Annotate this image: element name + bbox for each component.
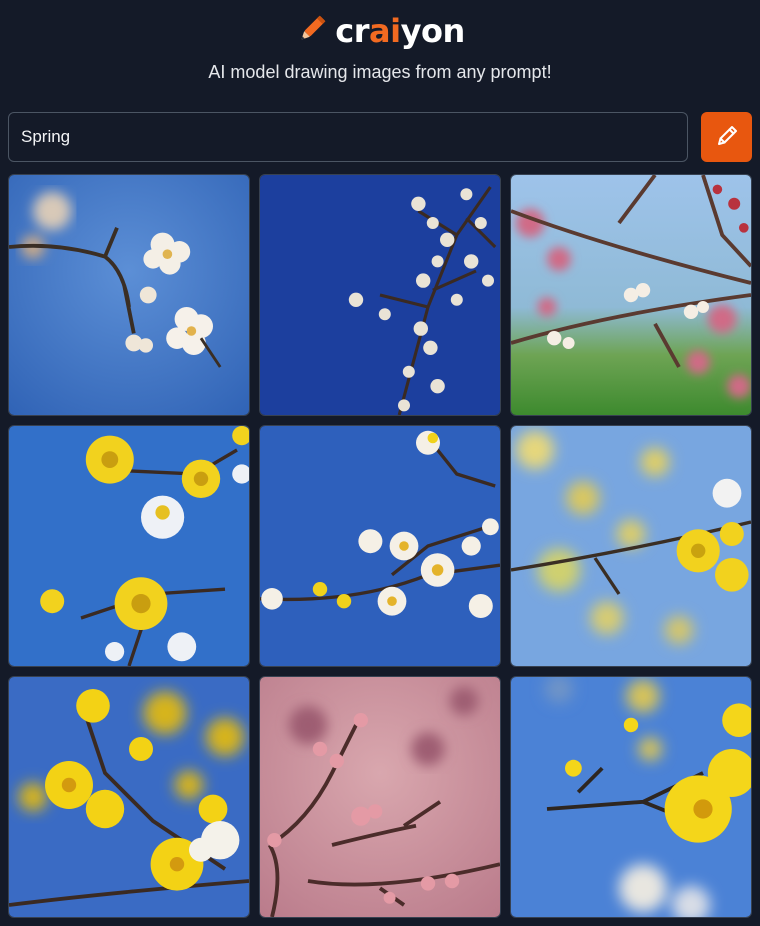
generated-image-4[interactable] [8, 425, 250, 667]
generated-image-6[interactable] [510, 425, 752, 667]
generated-image-1[interactable] [8, 174, 250, 416]
generated-image-7[interactable] [8, 676, 250, 918]
generated-image-2[interactable] [259, 174, 501, 416]
pencil-logo-icon [295, 12, 329, 51]
craiyon-logo[interactable]: craiyon [0, 10, 760, 52]
draw-button[interactable] [701, 112, 752, 162]
generated-image-8[interactable] [259, 676, 501, 918]
pencil-icon [713, 122, 741, 153]
image-grid [8, 174, 752, 918]
tagline: AI model drawing images from any prompt! [208, 62, 552, 82]
generated-image-9[interactable] [510, 676, 752, 918]
generated-image-5[interactable] [259, 425, 501, 667]
generated-image-3[interactable] [510, 174, 752, 416]
logo-wordmark: craiyon [335, 12, 465, 50]
prompt-input[interactable] [8, 112, 688, 162]
header: craiyon AI model drawing images from any… [0, 0, 760, 104]
